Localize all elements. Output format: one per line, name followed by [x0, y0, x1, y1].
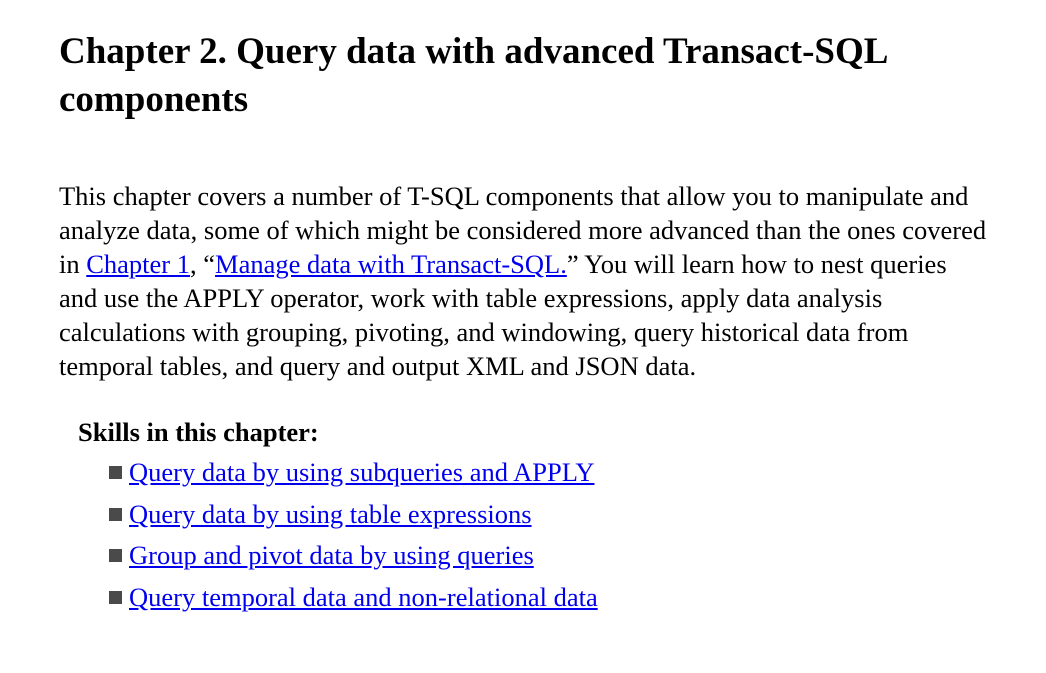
skill-link-temporal-nonrelational[interactable]: Query temporal data and non-relational d… — [129, 582, 598, 612]
list-item: Query data by using subqueries and APPLY — [109, 455, 1019, 489]
skills-heading: Skills in this chapter: — [78, 417, 319, 447]
square-bullet-icon — [109, 549, 122, 562]
skill-link-group-pivot[interactable]: Group and pivot data by using queries — [129, 540, 534, 570]
square-bullet-icon — [109, 466, 122, 479]
list-item: Query data by using table expressions — [109, 497, 1019, 531]
chapter-title: Chapter 2. Query data with advanced Tran… — [59, 31, 887, 120]
square-bullet-icon — [109, 590, 122, 604]
page-content: Chapter 2. Query data with advanced Tran… — [59, 0, 1019, 621]
manage-data-link[interactable]: Manage data with Transact-SQL. — [215, 249, 567, 279]
intro-paragraph: This chapter covers a number of T-SQL co… — [59, 179, 989, 383]
square-bullet-icon — [109, 507, 122, 521]
chapter-1-link[interactable]: Chapter 1 — [86, 249, 190, 279]
intro-text-middle: , “ — [190, 249, 216, 279]
list-item: Group and pivot data by using queries — [109, 538, 1019, 572]
skills-list: Query data by using subqueries and APPLY… — [109, 455, 1019, 614]
skill-link-subqueries-apply[interactable]: Query data by using subqueries and APPLY — [129, 457, 594, 487]
list-item: Query temporal data and non-relational d… — [109, 580, 1019, 614]
skill-link-table-expressions[interactable]: Query data by using table expressions — [129, 499, 532, 529]
